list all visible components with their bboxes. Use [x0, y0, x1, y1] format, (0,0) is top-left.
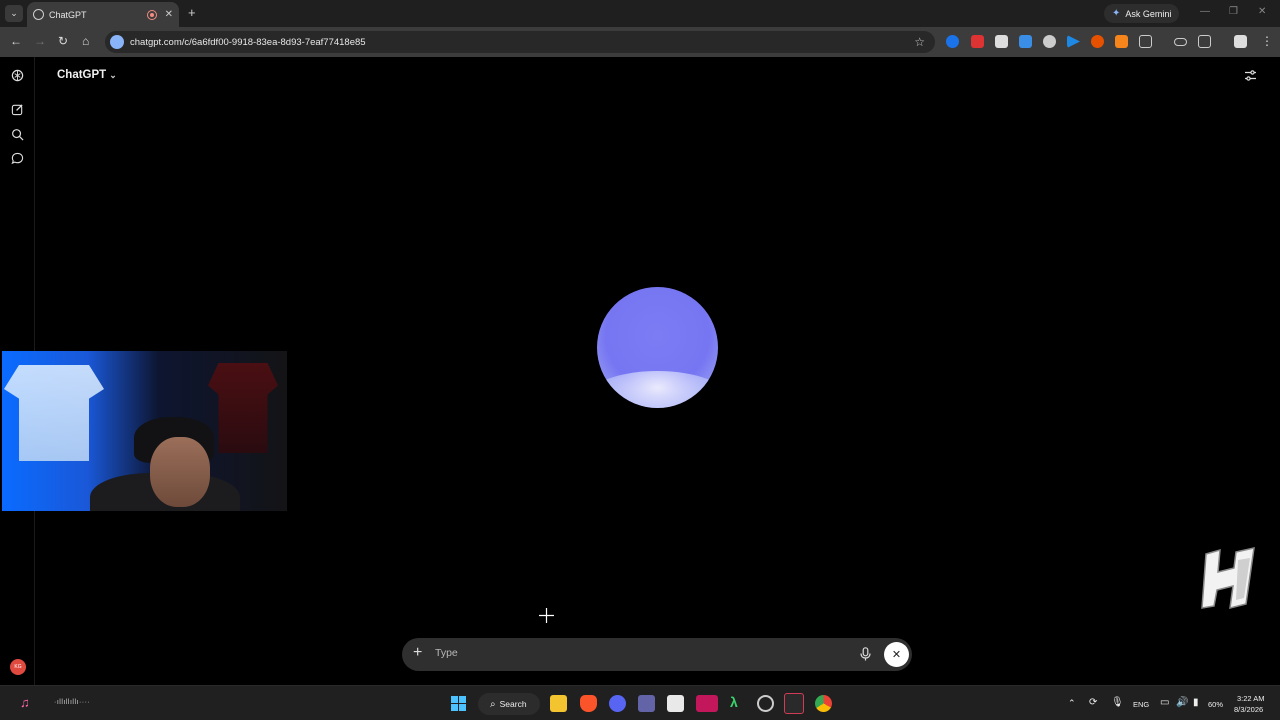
extension-icon-6[interactable]: [1067, 35, 1080, 48]
obs-icon[interactable]: [757, 695, 774, 712]
windows-taskbar: ♫ ·ıllıllıllı···· ⌕ Search λ ⌃ ⟳ 🎙 ENG ▭…: [0, 685, 1280, 720]
video-app-icon[interactable]: [696, 695, 718, 712]
webcam-person-face: [150, 437, 210, 507]
restore-button[interactable]: ❐: [1229, 6, 1238, 17]
clear-data-icon[interactable]: [1198, 35, 1211, 48]
search-icon[interactable]: [11, 128, 24, 141]
taskbar-search-button[interactable]: ⌕ Search: [478, 693, 540, 715]
extension-icon-5[interactable]: [1043, 35, 1056, 48]
ask-gemini-label: Ask Gemini: [1125, 8, 1172, 19]
model-selector-label: ChatGPT: [57, 69, 107, 81]
active-terminal-icon[interactable]: [784, 693, 804, 714]
microsoft-store-icon[interactable]: [667, 695, 684, 712]
extension-icon-1[interactable]: [946, 35, 959, 48]
tab-title: ChatGPT: [49, 9, 87, 20]
sync-icon[interactable]: ⟳: [1089, 697, 1097, 708]
brave-browser-icon[interactable]: [580, 695, 597, 712]
extension-icon-2[interactable]: [971, 35, 984, 48]
minimize-button[interactable]: —: [1200, 6, 1210, 17]
chrome-icon[interactable]: [815, 695, 832, 712]
audio-equalizer-icon: ·ıllıllıllı····: [54, 699, 91, 706]
extension-icon-8[interactable]: [1115, 35, 1128, 48]
new-tab-button[interactable]: +: [188, 5, 196, 20]
forward-button[interactable]: →: [34, 34, 46, 48]
site-info-icon[interactable]: [110, 35, 124, 49]
address-bar[interactable]: chatgpt.com/c/6a6fdf00-9918-83ea-8d93-7e…: [105, 31, 935, 53]
browser-tab-bar: ⌄ ChatGPT ✕ + ✦ Ask Gemini — ❐ ✕: [0, 0, 1280, 27]
search-icon: ⌕: [490, 698, 496, 710]
chatgpt-logo-icon[interactable]: [11, 69, 24, 82]
message-input[interactable]: [435, 647, 845, 659]
home-icon[interactable]: ⌂: [82, 34, 89, 48]
window-close-button[interactable]: ✕: [1258, 6, 1266, 17]
crosshair-cursor-icon: [539, 608, 554, 623]
chat-bubble-icon[interactable]: [11, 152, 24, 165]
discord-icon[interactable]: [609, 695, 626, 712]
back-button[interactable]: ←: [10, 34, 22, 48]
ask-gemini-button[interactable]: ✦ Ask Gemini: [1104, 4, 1180, 23]
url-text[interactable]: chatgpt.com/c/6a6fdf00-9918-83ea-8d93-7e…: [130, 37, 914, 48]
webcam-jersey-left: [4, 365, 104, 461]
tab-search-menu-button[interactable]: ⌄: [5, 5, 23, 22]
gemini-sparkle-icon: ✦: [1112, 8, 1121, 19]
chevron-down-icon: ⌄: [109, 70, 117, 80]
end-voice-button[interactable]: ✕: [884, 642, 909, 667]
display-icon[interactable]: ▭: [1160, 697, 1169, 708]
file-explorer-icon[interactable]: [550, 695, 567, 712]
tray-microphone-icon[interactable]: 🎙: [1111, 697, 1124, 708]
show-hidden-icons-button[interactable]: ⌃: [1068, 698, 1076, 709]
voice-settings-icon[interactable]: [1244, 69, 1257, 82]
extensions-puzzle-icon[interactable]: [1139, 35, 1152, 48]
battery-percent: 60%: [1208, 700, 1224, 709]
voice-composer: + ✕: [402, 638, 912, 671]
add-attachment-button[interactable]: +: [413, 644, 422, 662]
browser-toolbar: ← → ↻ ⌂ chatgpt.com/c/6a6fdf00-9918-83ea…: [0, 27, 1280, 57]
new-chat-icon[interactable]: [11, 103, 24, 116]
reload-button[interactable]: ↻: [58, 34, 68, 48]
taskbar-search-label: Search: [499, 699, 527, 709]
model-selector[interactable]: ChatGPT ⌄: [57, 69, 117, 81]
microphone-icon[interactable]: [860, 647, 871, 661]
channel-logo-icon: [1201, 547, 1255, 609]
lambda-app-icon[interactable]: λ: [730, 694, 738, 710]
recording-indicator-icon: [146, 9, 157, 20]
browser-tab-chatgpt[interactable]: ChatGPT ✕: [27, 2, 179, 27]
battery-icon[interactable]: ▮: [1193, 697, 1199, 708]
extension-icon-7[interactable]: [1091, 35, 1104, 48]
user-avatar[interactable]: KG: [10, 659, 26, 675]
passwords-key-icon[interactable]: [1174, 38, 1187, 46]
music-note-icon[interactable]: ♫: [20, 695, 30, 710]
voice-mode-orb: [597, 287, 718, 408]
webcam-overlay: [2, 351, 287, 511]
chatgpt-favicon-icon: [33, 9, 44, 20]
extension-icon-3[interactable]: [995, 35, 1008, 48]
extension-icon-4[interactable]: [1019, 35, 1032, 48]
language-indicator[interactable]: ENG: [1133, 700, 1149, 709]
profile-avatar-icon[interactable]: [1234, 35, 1247, 48]
teams-icon[interactable]: [638, 695, 655, 712]
clock-time[interactable]: 3:22 AM: [1237, 694, 1265, 703]
webcam-jersey-right: [208, 363, 278, 453]
tab-close-button[interactable]: ✕: [165, 9, 173, 20]
windows-start-icon[interactable]: [450, 695, 467, 712]
bookmark-star-icon[interactable]: ☆: [914, 35, 925, 49]
clock-date[interactable]: 8/3/2026: [1234, 705, 1263, 714]
volume-icon[interactable]: 🔊: [1176, 697, 1188, 708]
browser-menu-icon[interactable]: ⋮: [1261, 34, 1273, 48]
